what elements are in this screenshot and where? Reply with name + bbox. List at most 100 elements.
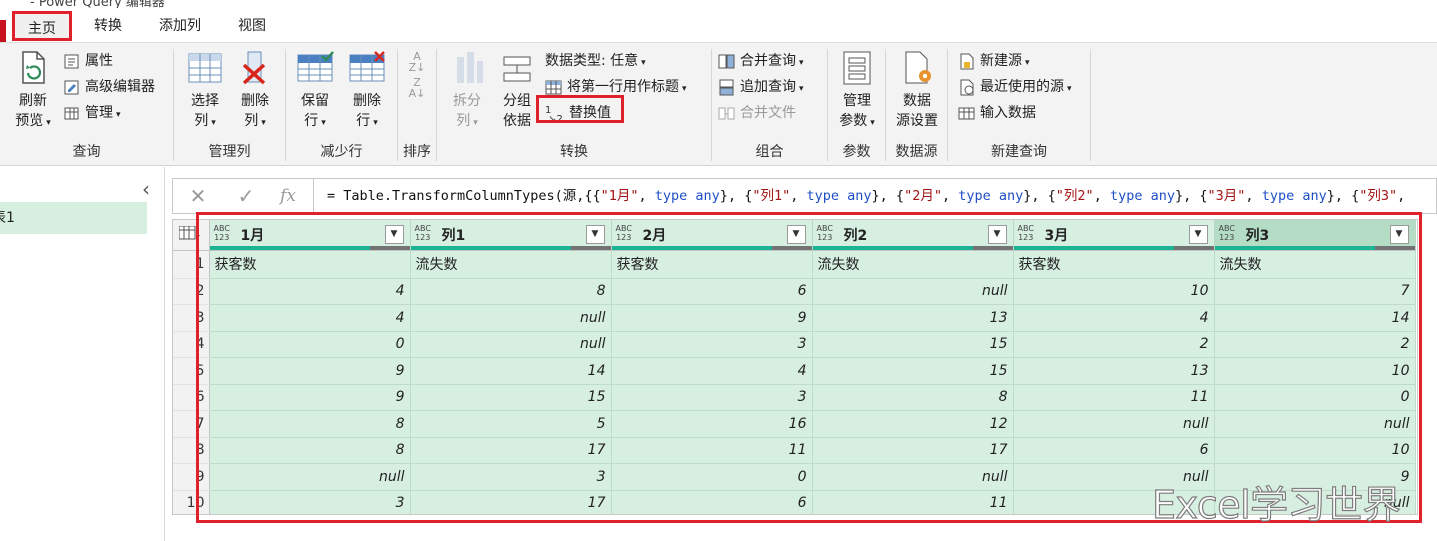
table-cell[interactable]: 获客数 bbox=[209, 250, 411, 279]
table-cell[interactable]: 13 bbox=[812, 304, 1014, 332]
table-cell[interactable]: 0 bbox=[209, 331, 411, 358]
row-number[interactable]: 1 bbox=[173, 250, 210, 279]
table-cell[interactable]: 11 bbox=[611, 437, 813, 464]
table-cell[interactable]: 8 bbox=[209, 437, 411, 464]
row-number[interactable]: 4 bbox=[173, 331, 210, 358]
advanced-editor-button[interactable]: 高级编辑器 bbox=[63, 76, 155, 98]
table-cell[interactable]: 8 bbox=[812, 384, 1014, 411]
table-cell[interactable]: 流失数 bbox=[812, 250, 1014, 279]
any-type-icon[interactable]: ABC 123 bbox=[616, 224, 632, 242]
remove-columns-button[interactable]: 删除 列 ▾ bbox=[232, 49, 278, 133]
table-cell[interactable]: 8 bbox=[209, 410, 411, 438]
data-source-settings-button[interactable]: 数据 源设置 bbox=[890, 49, 944, 131]
append-queries-button[interactable]: 追加查询 ▾ bbox=[718, 76, 804, 98]
row-number[interactable]: 3 bbox=[173, 304, 210, 332]
tab-transform[interactable]: 转换 bbox=[80, 11, 136, 41]
sort-descending-button[interactable]: Z A↓ bbox=[404, 77, 430, 99]
table-cell[interactable]: 15 bbox=[812, 331, 1014, 358]
row-number[interactable]: 9 bbox=[173, 463, 210, 491]
table-cell[interactable]: 13 bbox=[1013, 357, 1215, 385]
collapse-pane-icon[interactable]: ‹ bbox=[142, 177, 150, 201]
column-filter-dropdown-icon[interactable]: ▼ bbox=[786, 225, 806, 244]
table-cell[interactable]: null bbox=[410, 304, 612, 332]
combine-files-button[interactable]: 合并文件 bbox=[718, 102, 796, 124]
column-header[interactable]: ABC 123 列2 ▼ bbox=[812, 220, 1014, 251]
recent-sources-button[interactable]: 最近使用的源 ▾ bbox=[958, 76, 1072, 98]
table-cell[interactable]: 7 bbox=[1214, 278, 1416, 305]
table-cell[interactable]: 3 bbox=[611, 384, 813, 411]
any-type-icon[interactable]: ABC 123 bbox=[1018, 224, 1034, 242]
table-cell[interactable]: 15 bbox=[812, 357, 1014, 385]
table-cell[interactable]: 4 bbox=[209, 278, 411, 305]
table-cell[interactable]: null bbox=[812, 278, 1014, 305]
any-type-icon[interactable]: ABC 123 bbox=[415, 224, 431, 242]
new-source-button[interactable]: 新建源 ▾ bbox=[958, 50, 1030, 72]
properties-button[interactable]: 属性 bbox=[63, 50, 113, 72]
keep-rows-button[interactable]: 保留 行 ▾ bbox=[290, 49, 340, 133]
column-filter-dropdown-icon[interactable]: ▼ bbox=[1389, 225, 1409, 244]
table-cell[interactable]: 4 bbox=[1013, 304, 1215, 332]
query-list-item[interactable]: 表1 bbox=[0, 202, 147, 234]
manage-parameters-button[interactable]: 管理 参数 ▾ bbox=[833, 49, 881, 133]
table-cell[interactable]: 11 bbox=[1013, 384, 1215, 411]
table-cell[interactable]: 8 bbox=[410, 278, 612, 305]
table-cell[interactable]: null bbox=[1013, 410, 1215, 438]
table-cell[interactable]: 流失数 bbox=[1214, 250, 1416, 279]
table-cell[interactable]: 0 bbox=[1214, 384, 1416, 411]
manage-query-button[interactable]: 管理 ▾ bbox=[63, 102, 121, 124]
table-cell[interactable]: 16 bbox=[611, 410, 813, 438]
confirm-icon[interactable]: ✓ bbox=[231, 183, 261, 209]
table-cell[interactable]: 12 bbox=[812, 410, 1014, 438]
table-cell[interactable]: 15 bbox=[410, 384, 612, 411]
table-cell[interactable]: 6 bbox=[1013, 437, 1215, 464]
table-cell[interactable]: 获客数 bbox=[1013, 250, 1215, 279]
column-filter-dropdown-icon[interactable]: ▼ bbox=[384, 225, 404, 244]
cancel-icon[interactable]: ✕ bbox=[183, 183, 213, 209]
table-cell[interactable]: 2 bbox=[1214, 331, 1416, 358]
table-cell[interactable]: 9 bbox=[611, 304, 813, 332]
column-filter-dropdown-icon[interactable]: ▼ bbox=[987, 225, 1007, 244]
any-type-icon[interactable]: ABC 123 bbox=[817, 224, 833, 242]
column-header[interactable]: ABC 123 3月 ▼ bbox=[1013, 220, 1215, 251]
remove-rows-button[interactable]: 删除 行 ▾ bbox=[342, 49, 392, 133]
column-filter-dropdown-icon[interactable]: ▼ bbox=[1188, 225, 1208, 244]
table-cell[interactable]: null bbox=[812, 463, 1014, 491]
formula-input[interactable]: = Table.TransformColumnTypes(源,{{"1月", t… bbox=[327, 179, 1437, 213]
table-cell[interactable]: 10 bbox=[1214, 437, 1416, 464]
row-number[interactable]: 8 bbox=[173, 437, 210, 464]
table-cell[interactable]: 5 bbox=[410, 410, 612, 438]
table-cell[interactable]: 2 bbox=[1013, 331, 1215, 358]
table-cell[interactable]: 3 bbox=[410, 463, 612, 491]
split-column-button[interactable]: 拆分 列 ▾ bbox=[445, 49, 489, 133]
table-cell[interactable]: 10 bbox=[1013, 278, 1215, 305]
table-cell[interactable]: null bbox=[209, 463, 411, 491]
table-cell[interactable]: 0 bbox=[611, 463, 813, 491]
table-cell[interactable]: 14 bbox=[1214, 304, 1416, 332]
table-cell[interactable]: 6 bbox=[611, 278, 813, 305]
table-cell[interactable]: 4 bbox=[209, 304, 411, 332]
column-header[interactable]: ABC 123 列3 ▼ bbox=[1214, 220, 1416, 251]
table-cell[interactable]: 4 bbox=[611, 357, 813, 385]
table-cell[interactable]: 流失数 bbox=[410, 250, 612, 279]
data-type-dropdown[interactable]: 数据类型: 任意 ▾ bbox=[545, 50, 646, 72]
column-header[interactable]: ABC 123 1月 ▼ bbox=[209, 220, 411, 251]
table-cell[interactable]: 9 bbox=[209, 384, 411, 411]
fx-icon[interactable]: fx bbox=[273, 183, 303, 209]
row-number[interactable]: 10 bbox=[173, 490, 210, 514]
row-number[interactable]: 6 bbox=[173, 384, 210, 411]
tab-add-column[interactable]: 添加列 bbox=[146, 11, 214, 41]
choose-columns-button[interactable]: 选择 列 ▾ bbox=[182, 49, 228, 133]
any-type-icon[interactable]: ABC 123 bbox=[1219, 224, 1235, 242]
column-filter-dropdown-icon[interactable]: ▼ bbox=[585, 225, 605, 244]
table-cell[interactable]: 11 bbox=[812, 490, 1014, 514]
any-type-icon[interactable]: ABC 123 bbox=[214, 224, 230, 242]
row-number[interactable]: 5 bbox=[173, 357, 210, 385]
table-cell[interactable]: 3 bbox=[209, 490, 411, 514]
table-cell[interactable]: null bbox=[1214, 410, 1416, 438]
table-cell[interactable]: null bbox=[410, 331, 612, 358]
table-cell[interactable]: 9 bbox=[209, 357, 411, 385]
table-corner-menu[interactable] bbox=[173, 220, 210, 251]
merge-queries-button[interactable]: 合并查询 ▾ bbox=[718, 50, 804, 72]
group-by-button[interactable]: 分组 依据 bbox=[495, 49, 539, 131]
table-cell[interactable]: 3 bbox=[611, 331, 813, 358]
